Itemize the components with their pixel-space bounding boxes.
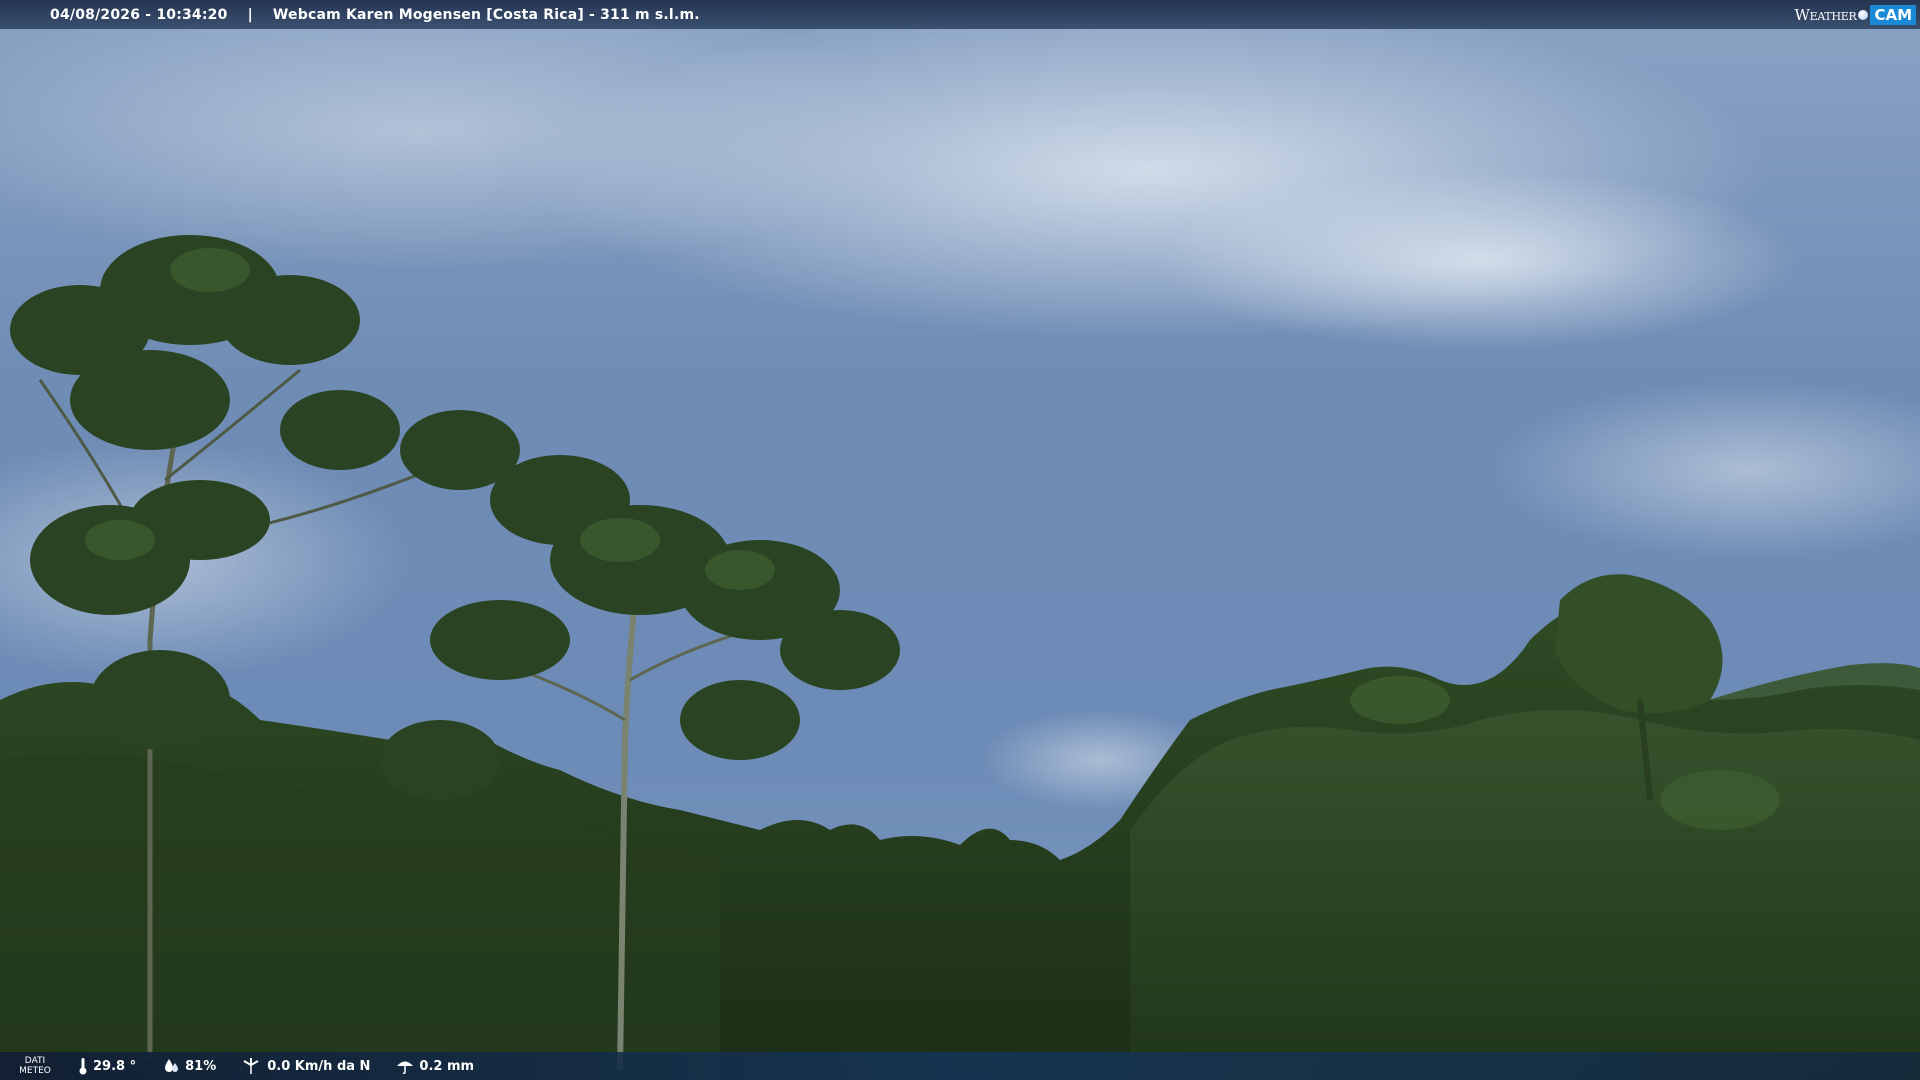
rain-reading: 0.2 mm [396,1058,474,1074]
rain-value: 0.2 mm [419,1058,475,1074]
weathercam-logo: Weather CAM [1795,3,1916,26]
wind-icon [243,1058,259,1074]
webcam-title: Webcam Karen Mogensen [Costa Rica] - 311… [272,6,700,23]
timestamp: 04/08/2026 - 10:34:20 [50,6,228,23]
top-info-bar: 04/08/2026 - 10:34:20 | Webcam Karen Mog… [0,0,1920,29]
logo-cam-text: CAM [1870,4,1916,25]
humidity-reading: 81% [162,1058,216,1074]
weather-data-bar: DATI METEO 29.8 ° 81% 0.0 Km/h da N 0.2 … [0,1052,1920,1080]
weather-label: DATI METEO [19,1056,51,1076]
wind-reading: 0.0 Km/h da N [242,1058,370,1074]
separator: | [247,6,253,23]
webcam-frame: 04/08/2026 - 10:34:20 | Webcam Karen Mog… [0,0,1920,1080]
logo-weather-text: Weather [1794,5,1857,24]
temperature-value: 29.8 ° [93,1058,137,1074]
wind-value: 0.0 Km/h da N [267,1058,371,1074]
umbrella-icon [397,1061,414,1074]
globe-icon [1858,9,1869,20]
humidity-value: 81% [185,1058,217,1074]
webcam-image [0,0,1920,1080]
temperature-reading: 29.8 ° [78,1057,136,1075]
thermometer-icon [79,1058,87,1075]
droplets-icon [165,1059,179,1072]
